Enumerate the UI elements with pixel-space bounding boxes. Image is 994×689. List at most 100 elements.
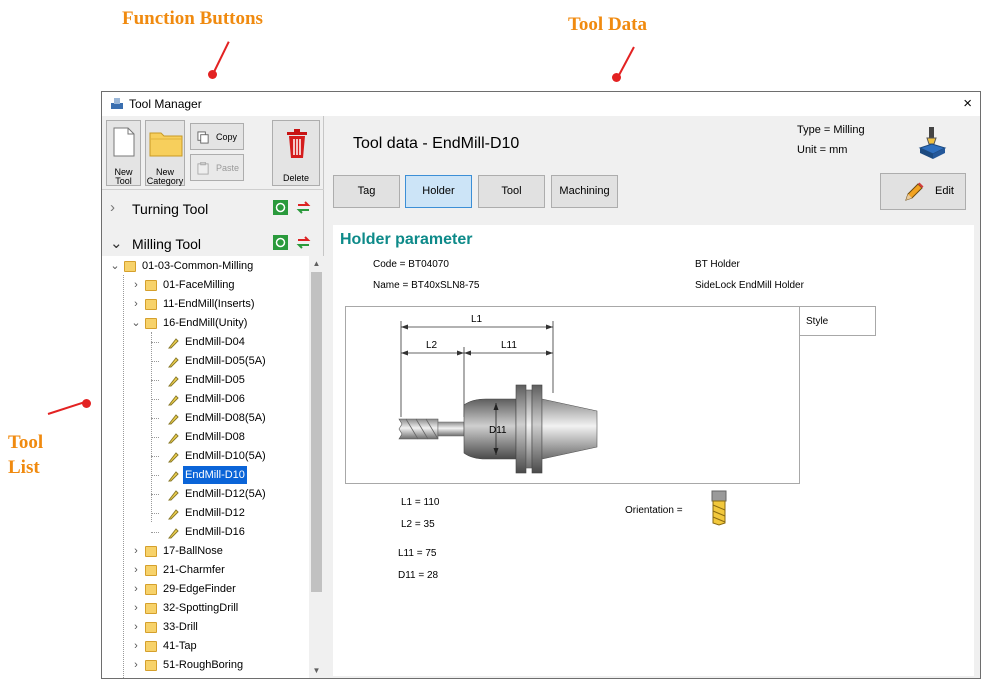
new-tool-label-2: Tool <box>115 176 132 186</box>
chevron-right-icon[interactable]: › <box>129 542 143 560</box>
folder-icon <box>145 641 157 652</box>
dim-l1-label: L1 <box>471 314 483 325</box>
tool-data-pointer <box>617 46 635 78</box>
tool-tree: ⌄ 01-03-Common-Milling › 01-FaceMilling … <box>102 256 309 678</box>
tab-holder[interactable]: Holder <box>405 175 472 208</box>
tree-connector <box>151 456 159 457</box>
tab-tag[interactable]: Tag <box>333 175 400 208</box>
exchange-icon[interactable] <box>296 235 311 250</box>
paste-icon <box>197 162 209 175</box>
param-d11: D11 = 28 <box>398 570 439 581</box>
chevron-right-icon[interactable]: › <box>129 580 143 598</box>
tree-node-label: 32-SpottingDrill <box>163 602 239 614</box>
tree-node-label: 17-BallNose <box>163 545 223 557</box>
folder-icon <box>145 584 157 595</box>
new-tool-button[interactable]: New Tool <box>106 120 141 186</box>
tree-connector <box>151 380 159 381</box>
milling-tool-section[interactable]: ⌄ Milling Tool <box>102 228 324 258</box>
recycle-icon[interactable] <box>273 235 288 250</box>
milling-machine-icon <box>918 127 947 159</box>
recycle-icon[interactable] <box>273 200 288 215</box>
exchange-icon[interactable] <box>296 200 311 215</box>
function-buttons-annotation: Function Buttons <box>122 8 263 29</box>
tree-node-label: EndMill-D16 <box>185 526 245 538</box>
chevron-right-icon[interactable]: › <box>110 199 115 216</box>
function-buttons: New Tool New Category Copy Paste Delete <box>102 116 324 190</box>
endmill-icon <box>167 338 179 349</box>
holder-diagram: L1 L2 L11 D11 <box>345 306 800 484</box>
endmill-icon <box>167 433 179 444</box>
tree-connector <box>151 513 159 514</box>
tree-node-label: 21-Charmfer <box>163 564 225 576</box>
tool-list-annotation-line2: List <box>8 457 40 478</box>
scrollbar-thumb[interactable] <box>311 272 322 592</box>
chevron-right-icon[interactable]: › <box>129 618 143 636</box>
scroll-up-icon[interactable]: ▲ <box>309 259 324 268</box>
tool-type: Type = Milling <box>797 124 865 136</box>
tab-machining[interactable]: Machining <box>551 175 618 208</box>
dim-l2-label: L2 <box>426 340 438 351</box>
holder-name: Name = BT40xSLN8-75 <box>373 280 480 291</box>
function-buttons-pointer <box>212 41 230 75</box>
param-l1: L1 = 110 <box>401 497 440 508</box>
endmill-icon <box>167 414 179 425</box>
chevron-down-icon[interactable]: ⌄ <box>110 234 123 252</box>
holder-parameter-title: Holder parameter <box>340 231 473 248</box>
tool-list-pointer <box>47 400 87 415</box>
chevron-right-icon[interactable]: › <box>129 637 143 655</box>
endmill-icon <box>167 376 179 387</box>
folder-icon <box>145 280 157 291</box>
endmill-icon <box>167 490 179 501</box>
chevron-right-icon[interactable]: › <box>129 295 143 313</box>
tree-connector <box>151 437 159 438</box>
tab-tool[interactable]: Tool <box>478 175 545 208</box>
edit-label: Edit <box>935 185 954 197</box>
copy-button[interactable]: Copy <box>190 123 244 150</box>
tool-manager-icon <box>111 98 123 109</box>
tool-data-pointer-dot <box>612 73 621 82</box>
param-l11: L11 = 75 <box>398 548 437 559</box>
chevron-right-icon[interactable]: › <box>129 276 143 294</box>
orientation-label: Orientation = <box>625 505 683 516</box>
new-category-label-2: Category <box>146 176 184 186</box>
chevron-right-icon[interactable]: › <box>129 656 143 674</box>
folder-icon <box>145 299 157 310</box>
tool-data-pane: Tool data - EndMill-D10 Type = Milling U… <box>325 116 980 678</box>
chevron-down-icon[interactable]: ⌄ <box>108 257 122 275</box>
tool-manager-window: Tool Manager × New Tool New Category Cop… <box>101 91 981 679</box>
close-icon[interactable]: × <box>963 95 972 112</box>
paste-button[interactable]: Paste <box>190 154 244 181</box>
copy-icon <box>197 131 209 144</box>
chevron-right-icon[interactable]: › <box>129 561 143 579</box>
tree-node-label: EndMill-D04 <box>185 336 245 348</box>
endmill-icon <box>167 452 179 463</box>
tool-list-pointer-dot <box>82 399 91 408</box>
dim-d11-label: D11 <box>489 425 507 436</box>
tree-node-label: EndMill-D08 <box>185 431 245 443</box>
tree-scrollbar[interactable]: ▲ ▼ <box>309 256 324 678</box>
param-l2: L2 = 35 <box>401 519 435 530</box>
scroll-down-icon[interactable]: ▼ <box>309 666 324 675</box>
endmill-icon <box>167 471 179 482</box>
tree-node-label: 11-EndMill(Inserts) <box>163 298 255 310</box>
turning-tool-section[interactable]: › Turning Tool <box>102 193 324 223</box>
new-category-button[interactable]: New Category <box>145 120 185 186</box>
endmill-orientation-icon <box>711 490 727 526</box>
tree-node-label: EndMill-D05(5A) <box>185 355 266 367</box>
pencil-icon <box>905 182 924 201</box>
chevron-right-icon[interactable]: › <box>129 599 143 617</box>
edit-button[interactable]: Edit <box>880 173 966 210</box>
delete-button[interactable]: Delete <box>272 120 320 186</box>
copy-label: Copy <box>216 132 238 142</box>
tree-node-label: 16-EndMill(Unity) <box>163 317 248 329</box>
folder-icon <box>149 132 183 157</box>
style-field[interactable]: Style <box>799 306 876 336</box>
tool-list-pane: New Tool New Category Copy Paste Delete … <box>102 116 324 678</box>
tree-node-label: EndMill-D10(5A) <box>185 450 266 462</box>
folder-icon <box>145 318 157 329</box>
endmill-icon <box>167 357 179 368</box>
window-title: Tool Manager <box>129 97 202 111</box>
tree-guide <box>123 275 124 678</box>
holder-parameter-panel: Holder parameter Code = BT04070 Name = B… <box>333 225 974 676</box>
chevron-down-icon[interactable]: ⌄ <box>129 314 143 332</box>
